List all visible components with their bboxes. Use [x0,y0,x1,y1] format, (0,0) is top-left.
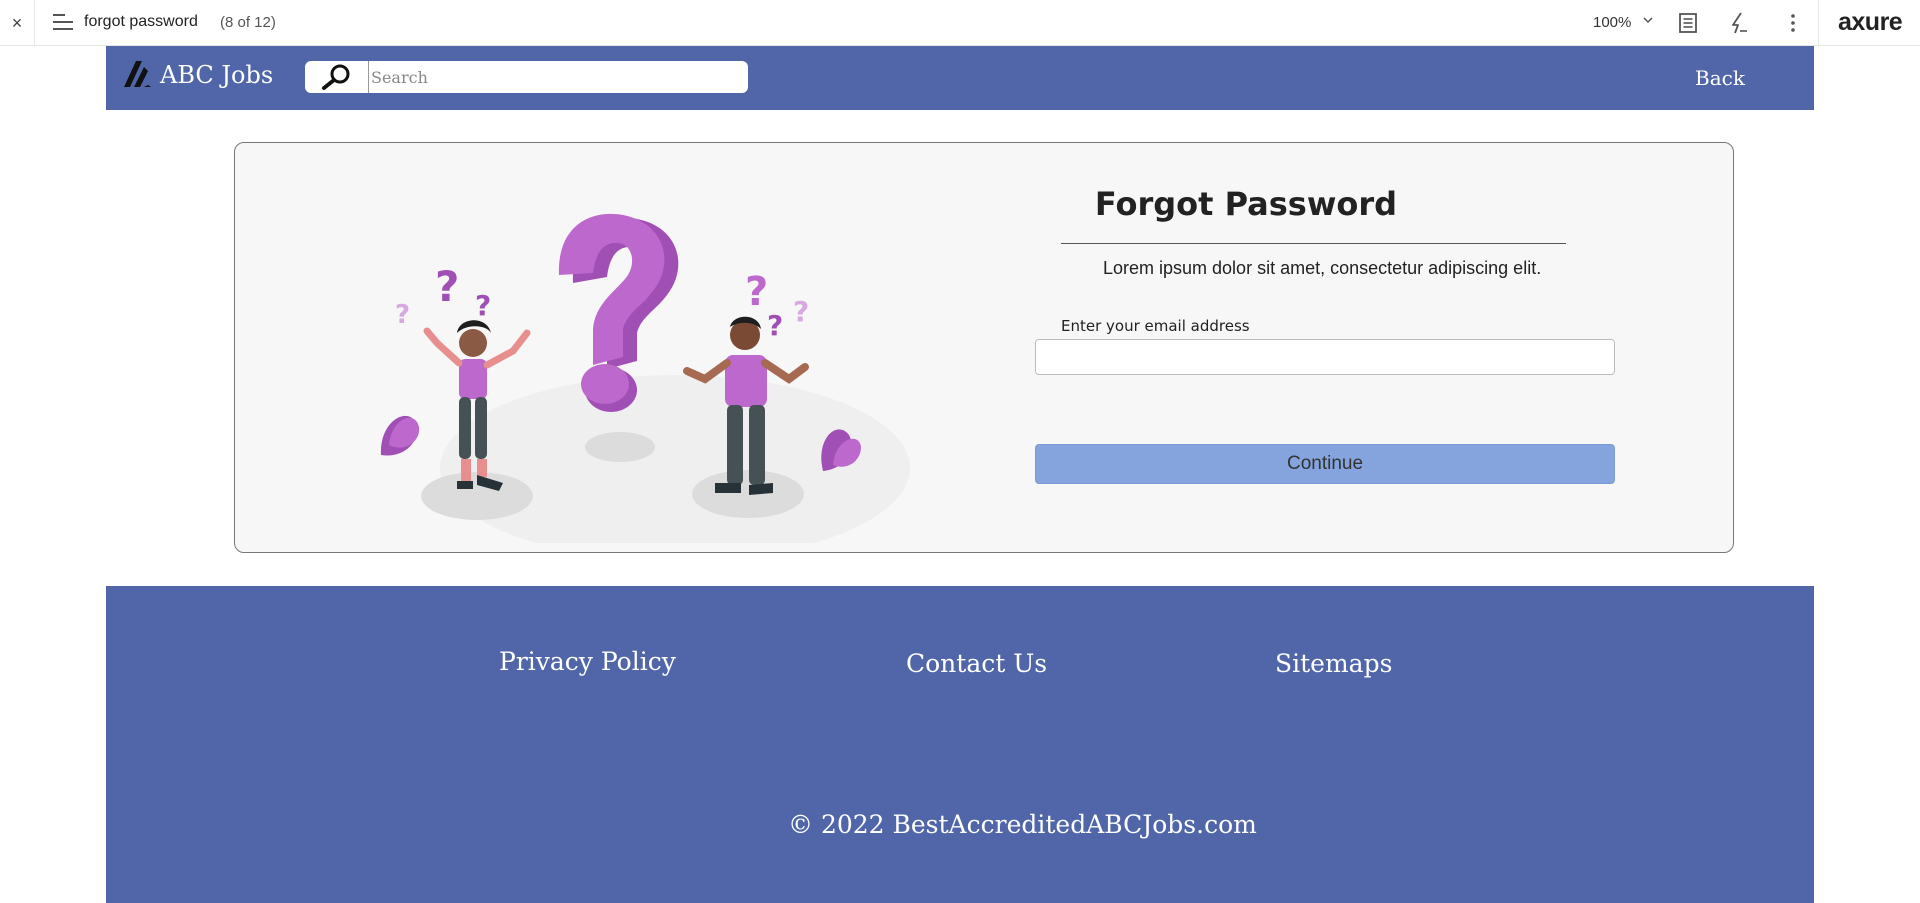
form-description: Lorem ipsum dolor sit amet, consectetur … [1103,258,1542,278]
svg-text:?: ? [745,269,768,315]
page-title: forgot password [84,13,198,30]
search-box [305,61,748,93]
email-field[interactable] [1035,339,1615,375]
forgot-password-card: ? ? ? ? ? ? Forgot Password Lorem ipsum … [234,142,1734,553]
brand-name[interactable]: ABC Jobs [160,61,273,89]
site-footer: Privacy Policy Contact Us Sitemaps © 202… [106,586,1814,903]
svg-text:?: ? [793,295,809,328]
svg-text:?: ? [435,262,459,311]
notes-icon[interactable] [1677,12,1699,34]
email-label: Enter your email address [1061,317,1250,335]
contact-us-link[interactable]: Contact Us [906,649,1047,678]
toolbar-divider [1818,0,1819,46]
svg-text:?: ? [395,300,410,330]
menu-icon[interactable] [53,14,73,32]
axure-toolbar: × forgot password (8 of 12) 100% axure [0,0,1920,46]
zoom-level[interactable]: 100% [1593,14,1631,31]
confused-people-illustration: ? ? ? ? ? ? [380,213,910,543]
continue-button[interactable]: Continue [1035,444,1615,484]
search-icon [321,64,349,90]
form-title: Forgot Password [1094,185,1398,223]
brand-logo-icon [124,61,151,87]
page-count: (8 of 12) [220,14,276,31]
svg-text:?: ? [475,289,491,322]
axure-logo: axure [1838,8,1903,36]
close-icon[interactable]: × [0,0,35,46]
privacy-policy-link[interactable]: Privacy Policy [499,647,676,676]
search-button[interactable] [305,61,369,93]
title-divider [1061,243,1566,244]
svg-text:?: ? [767,309,783,342]
search-input[interactable] [371,63,741,91]
site-header: ABC Jobs Back [106,46,1814,110]
back-link[interactable]: Back [1695,66,1745,90]
interactions-icon[interactable] [1728,12,1750,34]
sitemaps-link[interactable]: Sitemaps [1275,649,1392,678]
more-icon[interactable] [1782,12,1804,34]
copyright-text: © 2022 BestAccreditedABCJobs.com [788,810,1257,839]
chevron-down-icon[interactable] [1642,14,1654,26]
